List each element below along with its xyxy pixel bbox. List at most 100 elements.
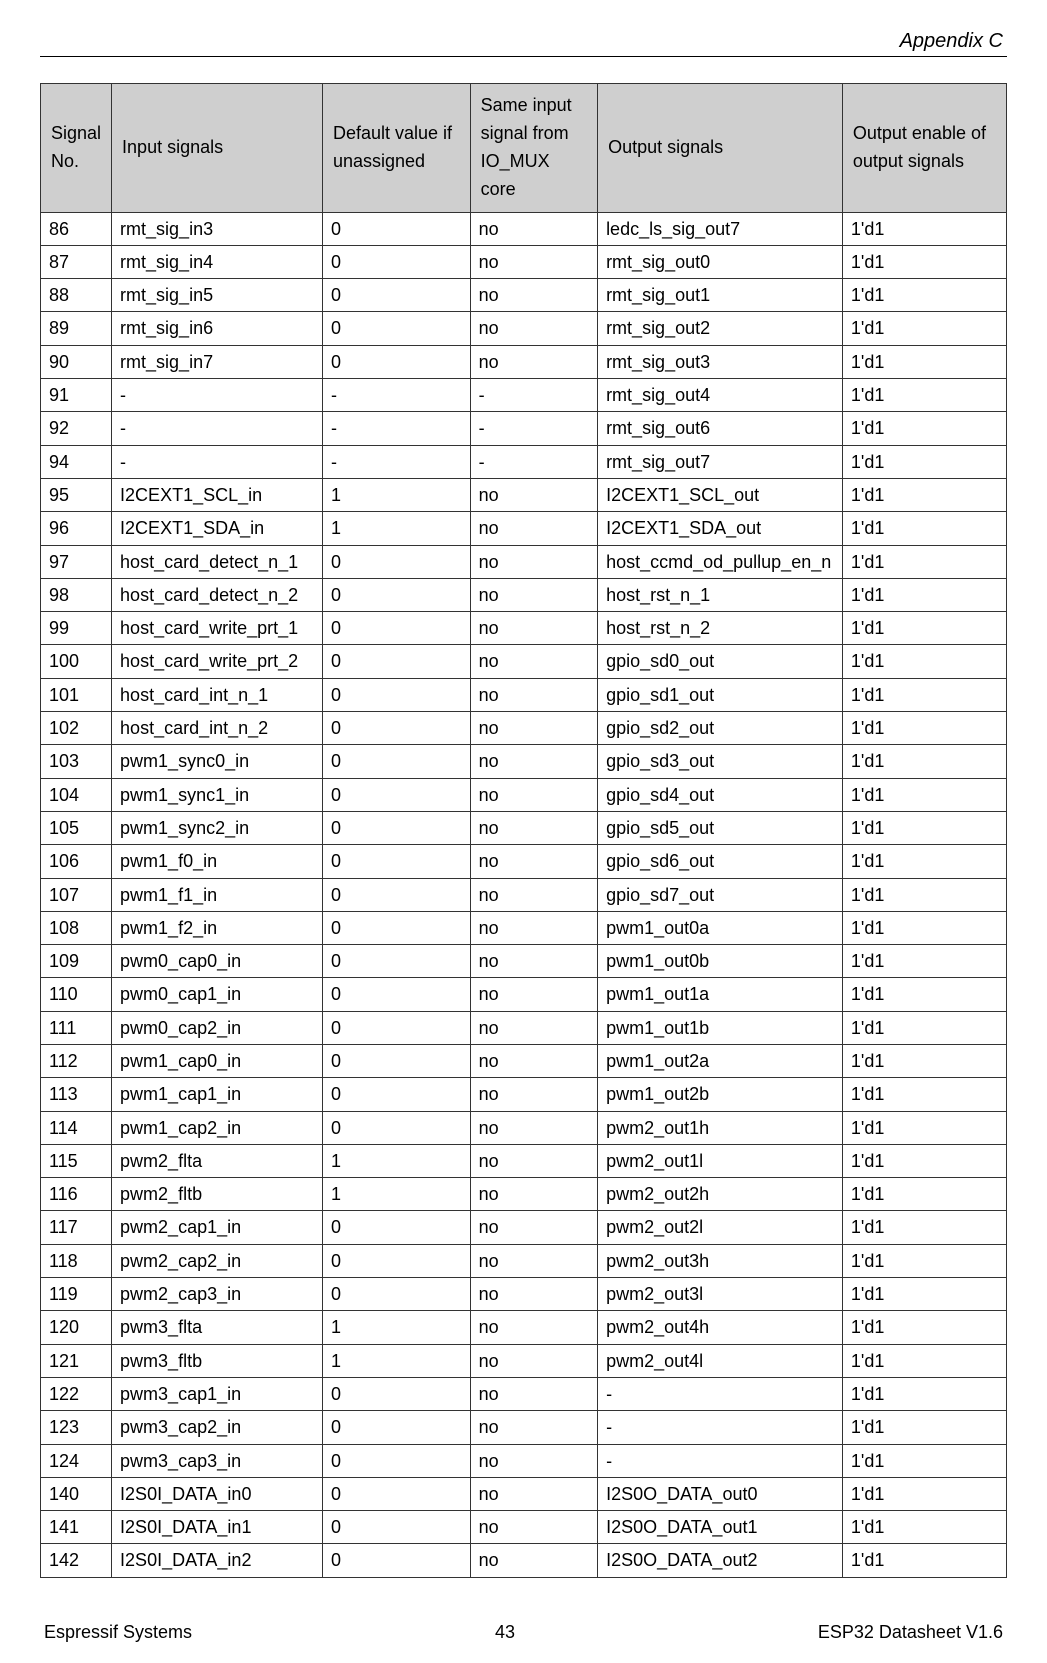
cell-in: host_card_int_n_2 bbox=[112, 712, 323, 745]
table-row: 87rmt_sig_in40normt_sig_out01'd1 bbox=[41, 245, 1007, 278]
cell-oe: 1'd1 bbox=[842, 811, 1006, 844]
cell-no: 115 bbox=[41, 1144, 112, 1177]
cell-mux: no bbox=[470, 612, 597, 645]
cell-oe: 1'd1 bbox=[842, 1511, 1006, 1544]
table-row: 115pwm2_flta1nopwm2_out1l1'd1 bbox=[41, 1144, 1007, 1177]
col-header-default-value: Default value if unassigned bbox=[322, 84, 470, 213]
cell-no: 87 bbox=[41, 245, 112, 278]
cell-no: 108 bbox=[41, 911, 112, 944]
cell-no: 123 bbox=[41, 1411, 112, 1444]
cell-out: ledc_ls_sig_out7 bbox=[598, 212, 843, 245]
cell-no: 111 bbox=[41, 1011, 112, 1044]
cell-in: host_card_write_prt_2 bbox=[112, 645, 323, 678]
cell-mux: no bbox=[470, 478, 597, 511]
cell-out: host_rst_n_1 bbox=[598, 578, 843, 611]
table-row: 104pwm1_sync1_in0nogpio_sd4_out1'd1 bbox=[41, 778, 1007, 811]
cell-in: I2S0I_DATA_in1 bbox=[112, 1511, 323, 1544]
cell-def: 0 bbox=[322, 1044, 470, 1077]
cell-out: pwm2_out4h bbox=[598, 1311, 843, 1344]
cell-in: pwm3_cap2_in bbox=[112, 1411, 323, 1444]
cell-no: 102 bbox=[41, 712, 112, 745]
cell-mux: no bbox=[470, 312, 597, 345]
cell-def: 0 bbox=[322, 745, 470, 778]
cell-out: rmt_sig_out3 bbox=[598, 345, 843, 378]
table-row: 142I2S0I_DATA_in20noI2S0O_DATA_out21'd1 bbox=[41, 1544, 1007, 1577]
cell-in: rmt_sig_in3 bbox=[112, 212, 323, 245]
cell-oe: 1'd1 bbox=[842, 778, 1006, 811]
cell-def: 0 bbox=[322, 712, 470, 745]
cell-in: pwm1_cap2_in bbox=[112, 1111, 323, 1144]
cell-oe: 1'd1 bbox=[842, 945, 1006, 978]
cell-mux: no bbox=[470, 1144, 597, 1177]
table-row: 89rmt_sig_in60normt_sig_out21'd1 bbox=[41, 312, 1007, 345]
cell-mux: no bbox=[470, 1344, 597, 1377]
table-row: 141I2S0I_DATA_in10noI2S0O_DATA_out11'd1 bbox=[41, 1511, 1007, 1544]
cell-mux: no bbox=[470, 1078, 597, 1111]
cell-in: pwm0_cap1_in bbox=[112, 978, 323, 1011]
cell-oe: 1'd1 bbox=[842, 911, 1006, 944]
cell-out: gpio_sd5_out bbox=[598, 811, 843, 844]
cell-mux: no bbox=[470, 1477, 597, 1510]
cell-mux: no bbox=[470, 1244, 597, 1277]
cell-no: 109 bbox=[41, 945, 112, 978]
cell-def: 1 bbox=[322, 1311, 470, 1344]
cell-no: 124 bbox=[41, 1444, 112, 1477]
cell-mux: no bbox=[470, 1377, 597, 1410]
cell-def: 0 bbox=[322, 1078, 470, 1111]
cell-out: I2CEXT1_SDA_out bbox=[598, 512, 843, 545]
cell-def: 1 bbox=[322, 478, 470, 511]
cell-out: I2S0O_DATA_out2 bbox=[598, 1544, 843, 1577]
cell-no: 94 bbox=[41, 445, 112, 478]
cell-no: 142 bbox=[41, 1544, 112, 1577]
cell-no: 121 bbox=[41, 1344, 112, 1377]
cell-mux: no bbox=[470, 578, 597, 611]
cell-def: 0 bbox=[322, 1444, 470, 1477]
cell-no: 119 bbox=[41, 1278, 112, 1311]
cell-in: rmt_sig_in5 bbox=[112, 279, 323, 312]
col-header-input-signals: Input signals bbox=[112, 84, 323, 213]
cell-oe: 1'd1 bbox=[842, 578, 1006, 611]
cell-in: host_card_write_prt_1 bbox=[112, 612, 323, 645]
table-row: 97host_card_detect_n_10nohost_ccmd_od_pu… bbox=[41, 545, 1007, 578]
cell-def: 0 bbox=[322, 1211, 470, 1244]
table-row: 86rmt_sig_in30noledc_ls_sig_out71'd1 bbox=[41, 212, 1007, 245]
cell-def: 0 bbox=[322, 778, 470, 811]
cell-no: 92 bbox=[41, 412, 112, 445]
cell-no: 116 bbox=[41, 1178, 112, 1211]
cell-out: - bbox=[598, 1377, 843, 1410]
cell-mux: no bbox=[470, 645, 597, 678]
cell-oe: 1'd1 bbox=[842, 1411, 1006, 1444]
cell-out: host_ccmd_od_pullup_en_n bbox=[598, 545, 843, 578]
cell-no: 113 bbox=[41, 1078, 112, 1111]
cell-out: gpio_sd3_out bbox=[598, 745, 843, 778]
cell-no: 112 bbox=[41, 1044, 112, 1077]
table-row: 109pwm0_cap0_in0nopwm1_out0b1'd1 bbox=[41, 945, 1007, 978]
cell-out: pwm1_out0a bbox=[598, 911, 843, 944]
cell-out: pwm2_out2h bbox=[598, 1178, 843, 1211]
cell-mux: no bbox=[470, 1444, 597, 1477]
cell-out: I2CEXT1_SCL_out bbox=[598, 478, 843, 511]
table-row: 103pwm1_sync0_in0nogpio_sd3_out1'd1 bbox=[41, 745, 1007, 778]
cell-mux: no bbox=[470, 845, 597, 878]
cell-no: 104 bbox=[41, 778, 112, 811]
cell-no: 97 bbox=[41, 545, 112, 578]
cell-mux: no bbox=[470, 1178, 597, 1211]
cell-mux: no bbox=[470, 811, 597, 844]
cell-no: 122 bbox=[41, 1377, 112, 1410]
cell-out: pwm1_out1b bbox=[598, 1011, 843, 1044]
cell-mux: - bbox=[470, 445, 597, 478]
cell-def: 0 bbox=[322, 1544, 470, 1577]
header-section-title: Appendix C bbox=[40, 30, 1007, 57]
table-row: 119pwm2_cap3_in0nopwm2_out3l1'd1 bbox=[41, 1278, 1007, 1311]
cell-no: 103 bbox=[41, 745, 112, 778]
table-row: 105pwm1_sync2_in0nogpio_sd5_out1'd1 bbox=[41, 811, 1007, 844]
table-row: 96I2CEXT1_SDA_in1noI2CEXT1_SDA_out1'd1 bbox=[41, 512, 1007, 545]
cell-in: pwm3_fltb bbox=[112, 1344, 323, 1377]
cell-no: 86 bbox=[41, 212, 112, 245]
cell-mux: - bbox=[470, 379, 597, 412]
cell-def: 1 bbox=[322, 1178, 470, 1211]
table-row: 113pwm1_cap1_in0nopwm1_out2b1'd1 bbox=[41, 1078, 1007, 1111]
cell-def: 1 bbox=[322, 512, 470, 545]
table-row: 123pwm3_cap2_in0no-1'd1 bbox=[41, 1411, 1007, 1444]
cell-def: 0 bbox=[322, 645, 470, 678]
